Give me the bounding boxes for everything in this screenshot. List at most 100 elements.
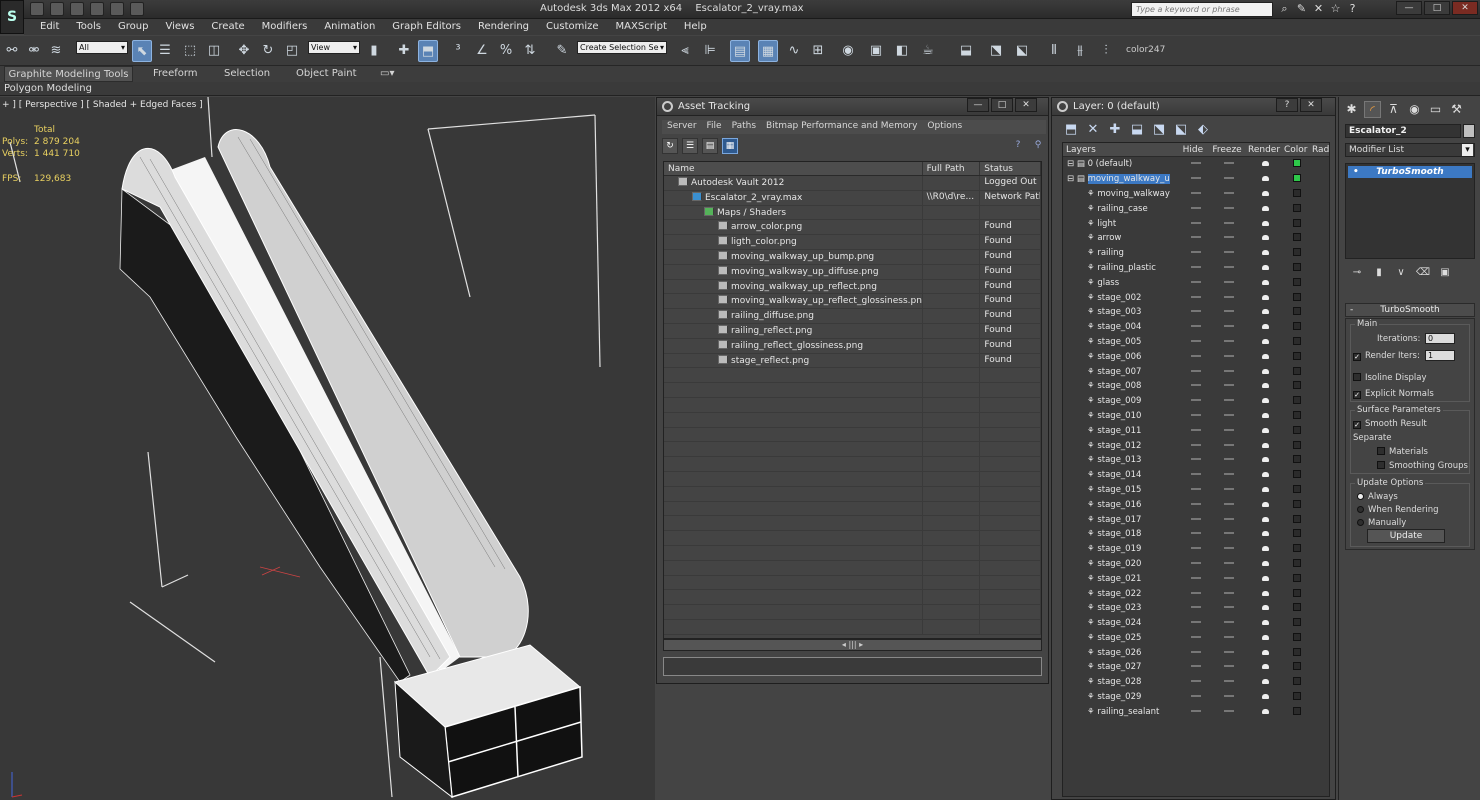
help-icon[interactable]: ? xyxy=(1276,98,1298,112)
asset-row[interactable]: moving_walkway_up_bump.png Found xyxy=(664,249,1041,265)
layer-object-row[interactable]: ⚘ stage_004 xyxy=(1063,320,1329,335)
render-toggle[interactable] xyxy=(1247,278,1283,288)
menu-create[interactable]: Create xyxy=(203,19,253,35)
favorites-icon[interactable]: ☆ xyxy=(1329,2,1342,16)
render-toggle[interactable] xyxy=(1247,648,1283,658)
hide-toggle[interactable] xyxy=(1181,603,1211,613)
close-icon[interactable]: ✕ xyxy=(1452,1,1478,15)
isoline-checkbox[interactable] xyxy=(1353,373,1361,381)
new-file-icon[interactable] xyxy=(30,2,44,16)
render-toggle[interactable] xyxy=(1247,367,1283,377)
color-swatch[interactable] xyxy=(1283,351,1311,362)
script-tool-4-icon[interactable]: ⫴ xyxy=(1044,40,1064,62)
layer-row[interactable]: ⊟ ▤ moving_walkway_u xyxy=(1063,172,1329,187)
render-toggle[interactable] xyxy=(1247,411,1283,421)
pivot-center-icon[interactable]: ▮ xyxy=(364,40,384,62)
color-swatch[interactable] xyxy=(1283,233,1311,243)
layer-object-row[interactable]: ⚘ stage_025 xyxy=(1063,631,1329,646)
layer-object-row[interactable]: ⚘ railing_plastic xyxy=(1063,261,1329,276)
hide-toggle[interactable] xyxy=(1181,692,1211,702)
color-swatch[interactable] xyxy=(1283,544,1311,554)
edit-named-selection-icon[interactable]: ✎ xyxy=(552,40,572,62)
render-toggle[interactable] xyxy=(1247,159,1283,169)
asset-menu-paths[interactable]: Paths xyxy=(727,120,761,134)
tab-graphite-modeling-tools[interactable]: Graphite Modeling Tools xyxy=(4,66,133,82)
column-hide[interactable]: Hide xyxy=(1180,143,1210,156)
layer-object-row[interactable]: ⚘ stage_029 xyxy=(1063,690,1329,705)
curve-editor-icon[interactable]: ∿ xyxy=(784,40,804,62)
hide-toggle[interactable] xyxy=(1181,618,1211,628)
freeze-toggle[interactable] xyxy=(1211,426,1247,436)
object-color-swatch[interactable] xyxy=(1463,124,1475,138)
ribbon-options-icon[interactable]: ▭▾ xyxy=(380,68,394,79)
percent-snap-icon[interactable]: % xyxy=(496,40,516,62)
layer-object-row[interactable]: ⚘ arrow xyxy=(1063,231,1329,246)
menu-customize[interactable]: Customize xyxy=(538,19,608,35)
context-help-icon[interactable]: ⚲ xyxy=(1030,138,1046,154)
manually-radio[interactable] xyxy=(1357,519,1364,526)
schematic-view-icon[interactable]: ⊞ xyxy=(808,40,828,62)
render-toggle[interactable] xyxy=(1247,204,1283,214)
hide-toggle[interactable] xyxy=(1181,233,1211,243)
minimize-icon[interactable]: — xyxy=(1396,1,1422,15)
color-swatch[interactable] xyxy=(1283,514,1311,525)
freeze-toggle[interactable] xyxy=(1211,692,1247,702)
column-name[interactable]: Name xyxy=(664,162,923,175)
menu-views[interactable]: Views xyxy=(157,19,203,35)
select-by-name-icon[interactable]: ☰ xyxy=(155,40,175,62)
materials-checkbox[interactable] xyxy=(1377,447,1385,455)
keyboard-shortcut-override-icon[interactable]: ⬒ xyxy=(418,40,438,62)
render-toggle[interactable] xyxy=(1247,396,1283,406)
hide-toggle[interactable] xyxy=(1181,426,1211,436)
freeze-toggle[interactable] xyxy=(1211,322,1247,332)
layer-object-row[interactable]: ⚘ glass xyxy=(1063,275,1329,290)
color-swatch[interactable] xyxy=(1283,174,1311,184)
color-swatch[interactable] xyxy=(1283,662,1311,672)
layer-object-row[interactable]: ⚘ stage_008 xyxy=(1063,379,1329,394)
column-status[interactable]: Status xyxy=(980,162,1041,175)
color-swatch[interactable] xyxy=(1283,603,1311,613)
help-icon[interactable]: ? xyxy=(1010,138,1026,154)
help-icon[interactable]: ? xyxy=(1346,2,1359,16)
layer-object-row[interactable]: ⚘ railing_case xyxy=(1063,201,1329,216)
smoothing-groups-checkbox[interactable] xyxy=(1377,461,1385,469)
hide-toggle[interactable] xyxy=(1181,263,1211,273)
utilities-tab-icon[interactable]: ⚒ xyxy=(1448,101,1465,118)
script-tool-2-icon[interactable]: ⬔ xyxy=(986,40,1006,62)
freeze-toggle[interactable] xyxy=(1211,574,1247,584)
freeze-toggle[interactable] xyxy=(1211,648,1247,658)
modify-tab-icon[interactable]: ◜ xyxy=(1364,101,1381,118)
hide-toggle[interactable] xyxy=(1181,633,1211,643)
render-iters-checkbox[interactable]: ✓ xyxy=(1353,353,1361,361)
freeze-toggle[interactable] xyxy=(1211,677,1247,687)
hide-toggle[interactable] xyxy=(1181,485,1211,495)
layer-object-row[interactable]: ⚘ railing xyxy=(1063,246,1329,261)
grid-view-icon[interactable]: ▦ xyxy=(722,138,738,154)
project-folder-icon[interactable] xyxy=(130,2,144,16)
layer-object-row[interactable]: ⚘ stage_014 xyxy=(1063,468,1329,483)
render-production-icon[interactable]: ☕ xyxy=(918,40,938,62)
render-toggle[interactable] xyxy=(1247,470,1283,480)
create-layer-icon[interactable]: ⬒ xyxy=(1064,122,1078,137)
show-end-result-icon[interactable]: ▮ xyxy=(1371,267,1387,281)
render-toggle[interactable] xyxy=(1247,219,1283,229)
motion-tab-icon[interactable]: ◉ xyxy=(1406,101,1423,118)
minimize-icon[interactable]: — xyxy=(967,98,989,112)
color-swatch[interactable] xyxy=(1283,307,1311,317)
color-swatch[interactable] xyxy=(1283,573,1311,584)
explicit-normals-checkbox[interactable]: ✓ xyxy=(1353,391,1361,399)
unlink-icon[interactable]: ⚮ xyxy=(24,40,44,62)
freeze-toggle[interactable] xyxy=(1211,219,1247,229)
undo-icon[interactable] xyxy=(90,2,104,16)
asset-menu-bitmap[interactable]: Bitmap Performance and Memory xyxy=(761,120,922,134)
menu-help[interactable]: Help xyxy=(676,19,716,35)
color-swatch[interactable] xyxy=(1283,277,1311,288)
freeze-toggle[interactable] xyxy=(1211,263,1247,273)
freeze-toggle[interactable] xyxy=(1211,396,1247,406)
smooth-result-checkbox[interactable]: ✓ xyxy=(1353,421,1361,429)
menu-tools[interactable]: Tools xyxy=(68,19,110,35)
freeze-toggle[interactable] xyxy=(1211,189,1247,199)
freeze-toggle[interactable] xyxy=(1211,278,1247,288)
layer-object-row[interactable]: ⚘ stage_028 xyxy=(1063,675,1329,690)
turbosmooth-rollout-header[interactable]: - TurboSmooth xyxy=(1345,303,1475,317)
